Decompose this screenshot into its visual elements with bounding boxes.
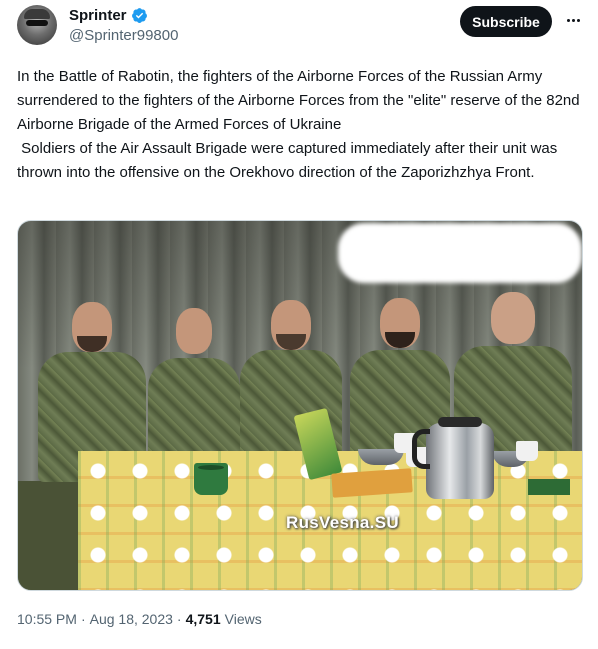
more-dot [571,18,575,22]
tweet-date[interactable]: Aug 18, 2023 [90,611,173,627]
meta-separator: · [80,611,86,627]
more-options-icon[interactable] [561,10,585,30]
views-count: 4,751 [185,611,221,627]
green-mug [194,463,228,495]
avatar[interactable] [17,5,57,45]
kettle-handle [412,429,430,469]
views-label: Views [224,611,262,627]
green-box [528,479,570,495]
tweet-text: In the Battle of Rabotin, the fighters o… [17,68,580,181]
person-head [176,308,212,354]
subscribe-button[interactable]: Subscribe [460,6,552,37]
electric-kettle [412,417,494,499]
person-head [491,292,535,344]
more-dot [566,18,570,22]
avatar-cap [24,9,50,19]
photo-watermark: RusVesna.SU [286,513,399,532]
author-name-row[interactable]: Sprinter [69,7,148,24]
cup [516,441,538,461]
person [32,292,152,482]
author-handle[interactable]: @Sprinter99800 [69,27,178,44]
verified-badge-icon [131,8,147,23]
person [146,302,242,472]
redacted-patch [338,223,582,283]
more-dot [576,18,580,22]
author-display-name[interactable]: Sprinter [69,7,127,24]
tweet-time[interactable]: 10:55 PM [17,611,77,627]
tweet-photo[interactable]: RusVesna.SU [17,220,583,591]
meta-separator: · [176,611,182,627]
tweet-meta: 10:55 PM · Aug 18, 2023 · 4,751 Views [17,611,262,627]
avatar-glasses [26,20,48,26]
kettle-lid [438,417,482,427]
